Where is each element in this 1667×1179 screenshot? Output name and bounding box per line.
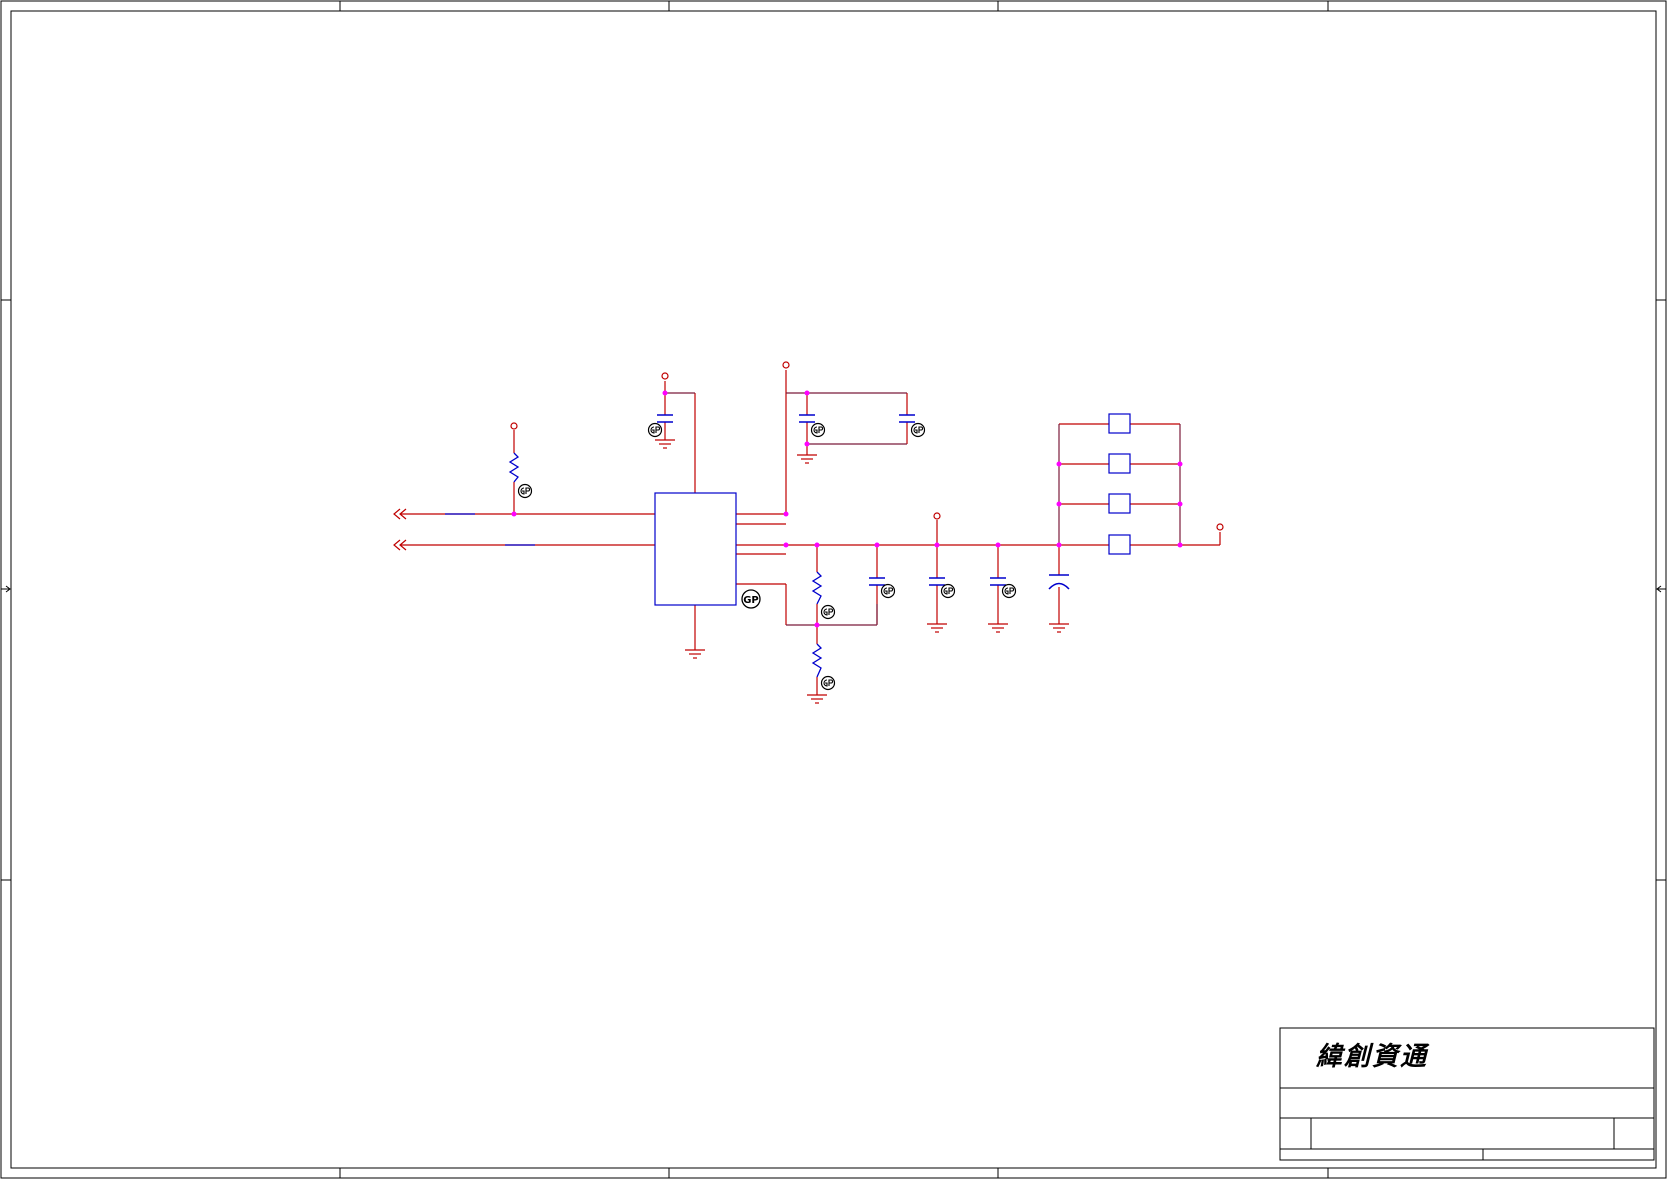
input-arrows bbox=[393, 508, 407, 551]
cap-ic-top bbox=[657, 414, 673, 423]
vcc-pin-4 bbox=[933, 512, 941, 520]
sheet-frame bbox=[0, 0, 1667, 1179]
cap-ff bbox=[869, 577, 885, 586]
resistor-pullup bbox=[508, 452, 520, 483]
gp-badges bbox=[517, 422, 1017, 691]
gp-badge-c4 bbox=[880, 583, 896, 599]
gnd-ic-cap bbox=[655, 439, 675, 449]
wires bbox=[400, 370, 1221, 695]
gnd-fb bbox=[807, 694, 827, 704]
bead-2 bbox=[1108, 453, 1131, 474]
vcc-pin-1 bbox=[510, 422, 518, 430]
gp-badge-c5 bbox=[940, 583, 956, 599]
bead-1 bbox=[1108, 413, 1131, 434]
cap-out-2 bbox=[990, 577, 1006, 586]
vcc-pin-5 bbox=[1216, 523, 1224, 531]
resistor-fb-bottom bbox=[811, 643, 823, 678]
gp-badge-r2 bbox=[820, 604, 836, 620]
gnd-in-cap bbox=[797, 454, 817, 464]
gnd-out-3 bbox=[1049, 623, 1069, 633]
junctions bbox=[511, 390, 1183, 628]
capacitors bbox=[657, 414, 1070, 590]
gp-badge-r1 bbox=[517, 483, 533, 499]
gp-badge-c6 bbox=[1001, 583, 1017, 599]
bead-3 bbox=[1108, 493, 1131, 514]
cap-in-2 bbox=[899, 414, 915, 423]
vcc-pin-2 bbox=[661, 372, 669, 380]
gnd-ic bbox=[685, 649, 705, 659]
regulator-ic bbox=[654, 492, 737, 606]
cap-out-1 bbox=[929, 577, 945, 586]
company-name: 緯創資通 bbox=[1316, 1042, 1429, 1072]
cap-bulk bbox=[1048, 574, 1070, 590]
gp-badge-c3 bbox=[910, 422, 926, 438]
beads bbox=[1108, 413, 1131, 555]
gp-badge-c1 bbox=[647, 422, 663, 438]
gp-badge-r3 bbox=[820, 675, 836, 691]
gnd-out-1 bbox=[927, 623, 947, 633]
vcc-pin-3 bbox=[782, 361, 790, 369]
schematic-canvas: GP bbox=[0, 0, 1667, 1179]
gp-badge-ic: GP bbox=[741, 589, 761, 609]
bead-4 bbox=[1108, 534, 1131, 555]
gnd-out-2 bbox=[988, 623, 1008, 633]
gp-badge-c2 bbox=[810, 422, 826, 438]
grounds bbox=[655, 439, 1069, 704]
cap-in-1 bbox=[799, 414, 815, 423]
resistor-fb-top bbox=[811, 571, 823, 605]
resistors bbox=[508, 452, 823, 678]
gp-badge-label: GP bbox=[743, 595, 759, 606]
